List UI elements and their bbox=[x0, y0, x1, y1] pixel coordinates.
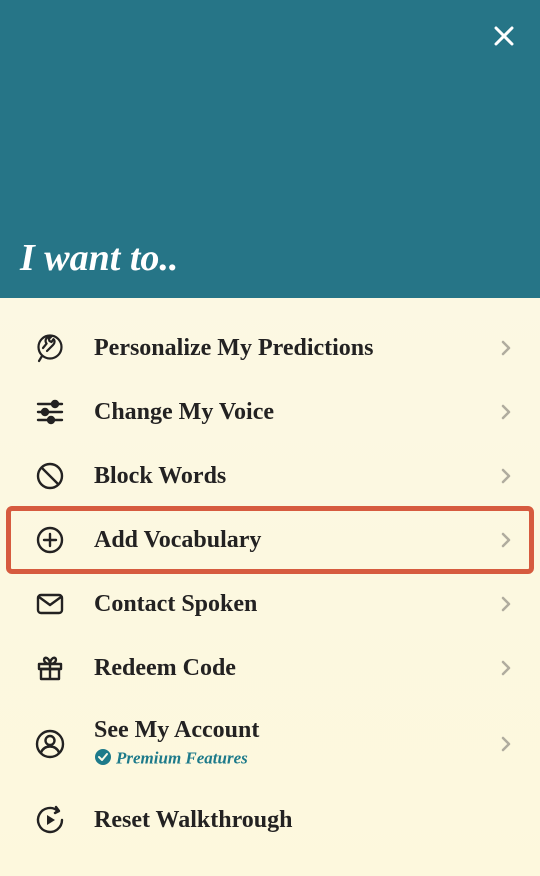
menu-item-label: Personalize My Predictions bbox=[94, 335, 496, 362]
menu-item-label: Change My Voice bbox=[94, 399, 496, 426]
sliders-icon bbox=[34, 396, 66, 428]
block-icon bbox=[34, 460, 66, 492]
close-icon bbox=[492, 24, 516, 48]
menu-item-add-vocabulary[interactable]: Add Vocabulary bbox=[0, 508, 540, 572]
check-badge-icon bbox=[94, 748, 112, 771]
chevron-right-icon bbox=[496, 466, 516, 486]
menu-item-see-account[interactable]: See My Account Premium Features bbox=[0, 700, 540, 788]
gift-icon bbox=[34, 652, 66, 684]
menu-item-label: Contact Spoken bbox=[94, 591, 496, 618]
user-circle-icon bbox=[34, 728, 66, 760]
menu-item-contact-spoken[interactable]: Contact Spoken bbox=[0, 572, 540, 636]
chevron-right-icon bbox=[496, 658, 516, 678]
menu-item-change-voice[interactable]: Change My Voice bbox=[0, 380, 540, 444]
menu-item-label: Add Vocabulary bbox=[94, 527, 496, 554]
page-title: I want to.. bbox=[20, 236, 178, 280]
envelope-icon bbox=[34, 588, 66, 620]
menu-item-reset-walkthrough[interactable]: Reset Walkthrough bbox=[0, 788, 540, 852]
menu-item-main-label: See My Account bbox=[94, 717, 259, 743]
chevron-right-icon bbox=[496, 530, 516, 550]
header: I want to.. bbox=[0, 0, 540, 298]
menu-list: Personalize My Predictions Change My Voi… bbox=[0, 298, 540, 852]
menu-item-label: Reset Walkthrough bbox=[94, 807, 516, 834]
menu-item-personalize-predictions[interactable]: Personalize My Predictions bbox=[0, 316, 540, 380]
menu-item-redeem-code[interactable]: Redeem Code bbox=[0, 636, 540, 700]
chevron-right-icon bbox=[496, 402, 516, 422]
chevron-right-icon bbox=[496, 734, 516, 754]
close-button[interactable] bbox=[488, 20, 520, 52]
chevron-right-icon bbox=[496, 594, 516, 614]
menu-item-label: See My Account Premium Features bbox=[94, 717, 496, 771]
play-refresh-icon bbox=[34, 804, 66, 836]
wrench-chat-icon bbox=[34, 332, 66, 364]
menu-item-subtitle: Premium Features bbox=[94, 748, 496, 771]
menu-item-block-words[interactable]: Block Words bbox=[0, 444, 540, 508]
menu-item-label: Redeem Code bbox=[94, 655, 496, 682]
chevron-right-icon bbox=[496, 338, 516, 358]
menu-item-label: Block Words bbox=[94, 463, 496, 490]
plus-circle-icon bbox=[34, 524, 66, 556]
